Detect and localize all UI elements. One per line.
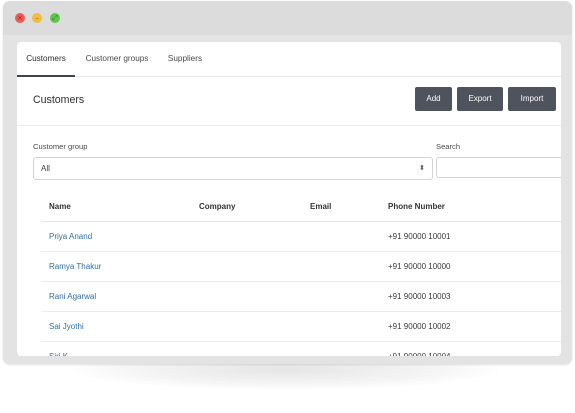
page-title: Customers — [33, 94, 85, 106]
table-row[interactable]: Priya Anand +91 90000 10001 — [41, 222, 561, 252]
customer-group-select[interactable]: All ⬍ — [33, 157, 433, 180]
content-panel: Customers Customer groups Suppliers Cust… — [17, 42, 561, 356]
customer-phone: +91 90000 10003 — [388, 292, 451, 301]
customer-phone: +91 90000 10004 — [388, 342, 451, 356]
customer-name-link[interactable]: Ramya Thakur — [49, 252, 101, 281]
table-row[interactable]: Rani Agarwal +91 90000 10003 — [41, 282, 561, 312]
add-button[interactable]: Add — [415, 87, 452, 111]
tab-suppliers[interactable]: Suppliers — [163, 42, 207, 76]
customer-group-value: All — [41, 164, 50, 173]
column-header-email[interactable]: Email — [310, 192, 331, 221]
app-window: × – ⤢ Customers Customer groups Supplier… — [3, 1, 572, 364]
customer-phone: +91 90000 10001 — [388, 232, 451, 241]
close-icon: × — [17, 14, 23, 22]
page-header: Customers Add Export Import — [17, 77, 561, 126]
column-header-company[interactable]: Company — [199, 192, 235, 221]
zoom-icon: ⤢ — [52, 14, 58, 22]
search-label: Search — [436, 142, 461, 151]
table-row[interactable]: Ramya Thakur +91 90000 10000 — [41, 252, 561, 282]
tab-customers[interactable]: Customers — [17, 42, 75, 77]
tab-bar: Customers Customer groups Suppliers — [17, 42, 561, 77]
table-row[interactable]: Sai Jyothi +91 90000 10002 — [41, 312, 561, 342]
tab-customer-groups[interactable]: Customer groups — [80, 42, 154, 76]
zoom-window-button[interactable]: ⤢ — [50, 13, 60, 23]
column-header-phone[interactable]: Phone Number — [388, 192, 445, 221]
customer-name-link[interactable]: Priya Anand — [49, 222, 92, 251]
customer-group-label: Customer group — [33, 142, 88, 151]
minimize-icon: – — [35, 14, 39, 22]
customers-table: Name Company Email Phone Number Priya An… — [41, 192, 561, 356]
minimize-window-button[interactable]: – — [32, 13, 42, 23]
customer-phone: +91 90000 10000 — [388, 262, 451, 271]
up-down-arrows-icon: ⬍ — [419, 164, 425, 172]
search-input[interactable] — [436, 157, 561, 178]
export-button[interactable]: Export — [457, 87, 503, 111]
title-bar: × – ⤢ — [3, 1, 572, 35]
customer-name-link[interactable]: Rani Agarwal — [49, 282, 96, 311]
customer-phone: +91 90000 10002 — [388, 322, 451, 331]
close-window-button[interactable]: × — [15, 13, 25, 23]
customer-name-link[interactable]: Siri K — [49, 342, 68, 356]
column-header-name[interactable]: Name — [49, 192, 71, 221]
import-button[interactable]: Import — [508, 87, 556, 111]
table-row[interactable]: Siri K +91 90000 10004 — [41, 342, 561, 356]
table-header: Name Company Email Phone Number — [41, 192, 561, 222]
customer-name-link[interactable]: Sai Jyothi — [49, 312, 84, 341]
